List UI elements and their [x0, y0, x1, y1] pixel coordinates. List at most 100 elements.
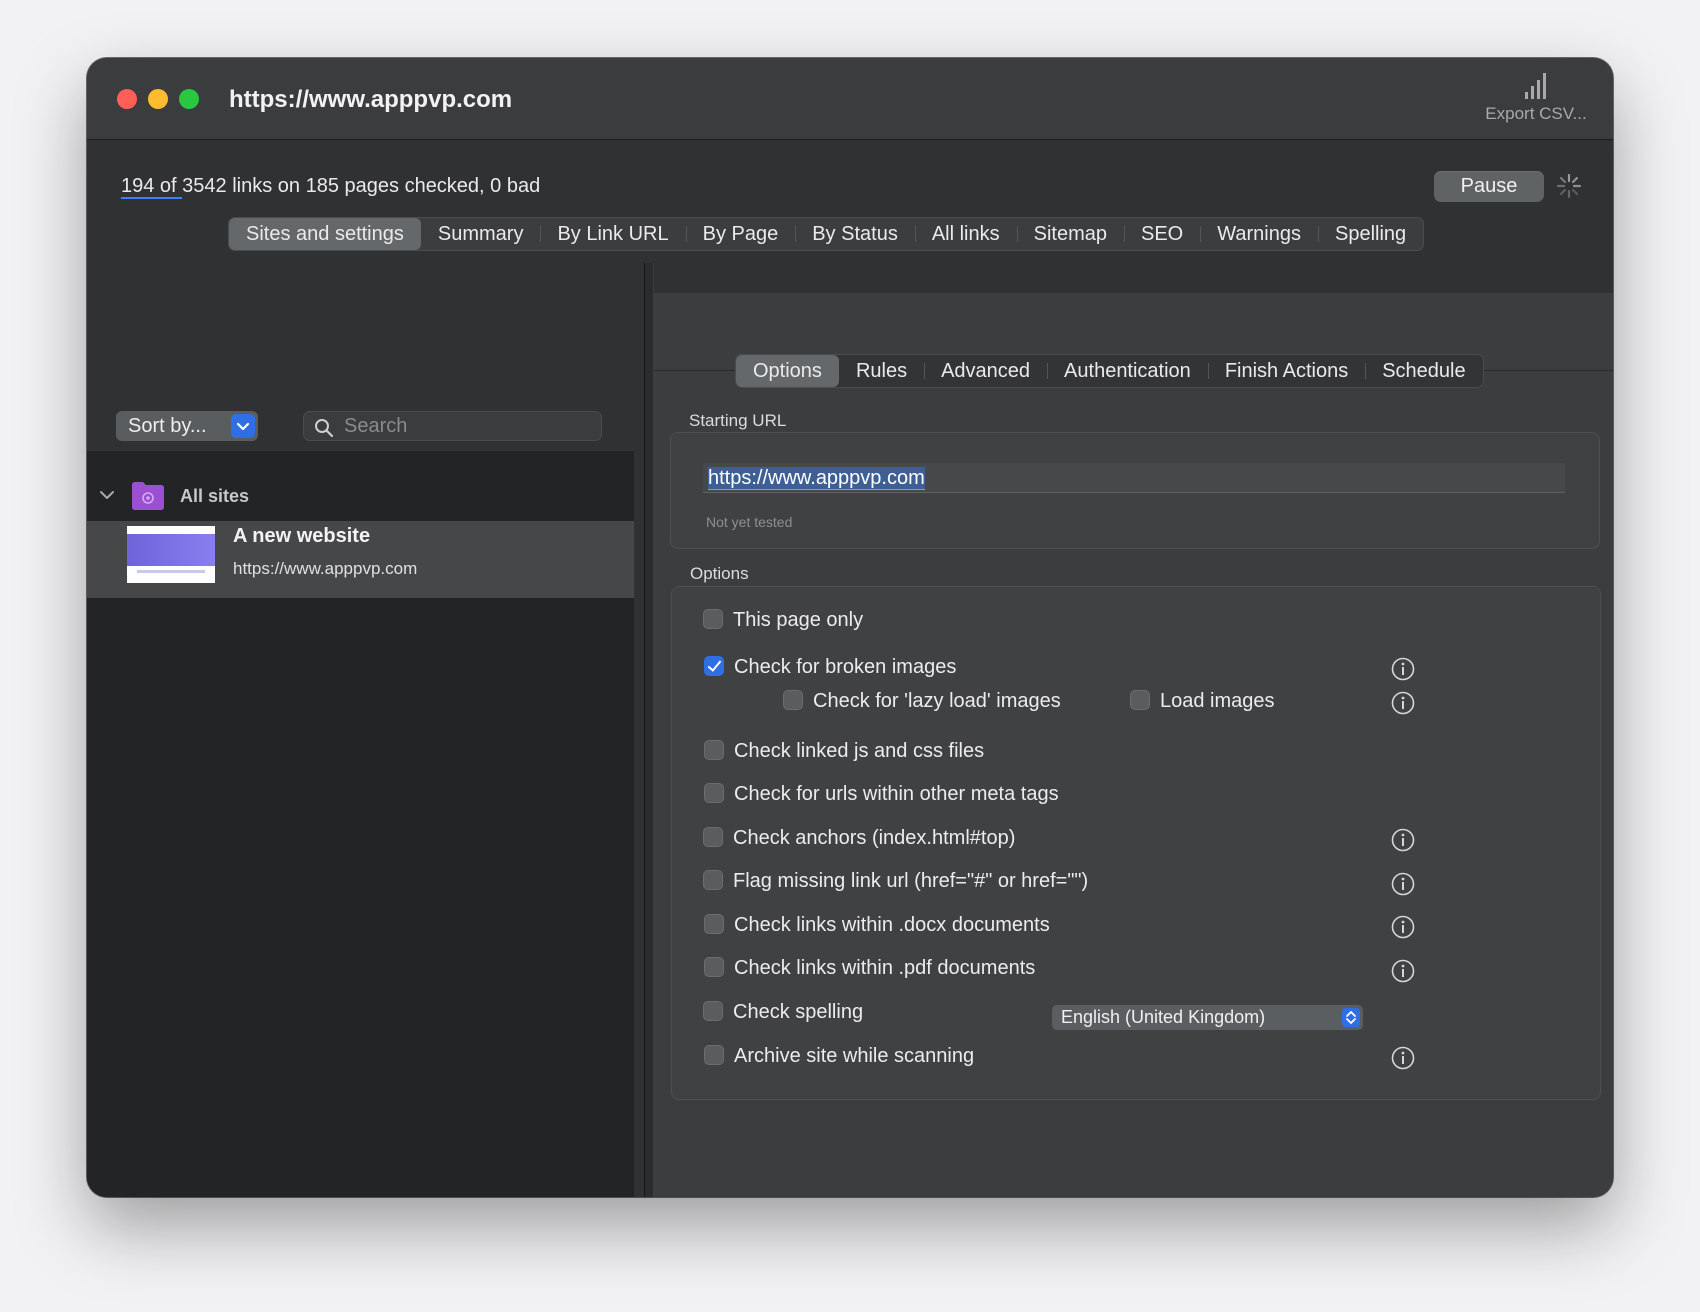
tab-spelling[interactable]: Spelling: [1317, 218, 1423, 250]
starting-url-label: Starting URL: [689, 411, 787, 430]
info-icon[interactable]: [1391, 691, 1415, 715]
options-box: This page only Check for broken images C…: [671, 586, 1601, 1100]
checkbox[interactable]: [704, 782, 724, 803]
progress-status: 194 of 3542 links on 185 pages checked, …: [121, 175, 541, 199]
option-load-images[interactable]: Load images: [1130, 689, 1275, 713]
checkbox[interactable]: [703, 826, 723, 847]
tab-all-links[interactable]: All links: [914, 218, 1017, 250]
option-check-spelling[interactable]: Check spelling: [703, 1000, 864, 1024]
minimize-window-button[interactable]: [148, 89, 168, 109]
option-label: Flag missing link url (href="#" or href=…: [733, 870, 1089, 892]
option-label: Check anchors (index.html#top): [733, 827, 1016, 849]
title-bar: https://www.apppvp.com Export CSV...: [87, 58, 1613, 140]
info-icon[interactable]: [1391, 959, 1415, 983]
tab-by-link-url[interactable]: By Link URL: [540, 218, 685, 250]
tab-summary[interactable]: Summary: [421, 218, 541, 250]
folder-icon: [132, 482, 164, 510]
info-icon[interactable]: [1391, 872, 1415, 896]
search-field[interactable]: [303, 411, 602, 441]
option-flag-missing-href[interactable]: Flag missing link url (href="#" or href=…: [703, 869, 1089, 893]
sort-by-label: Sort by...: [128, 415, 207, 437]
checkbox-checked[interactable]: [704, 655, 724, 676]
option-label: Check for 'lazy load' images: [813, 690, 1061, 712]
search-input[interactable]: [344, 414, 594, 438]
checkbox[interactable]: [783, 689, 803, 710]
option-broken-images[interactable]: Check for broken images: [704, 655, 957, 679]
site-name: A new website: [233, 525, 371, 547]
option-label: Check links within .pdf documents: [734, 957, 1036, 979]
option-js-css-files[interactable]: Check linked js and css files: [704, 739, 985, 763]
tab-seo[interactable]: SEO: [1124, 218, 1200, 250]
tab-advanced[interactable]: Advanced: [924, 355, 1047, 387]
option-label: Check for broken images: [734, 656, 957, 678]
site-group-row[interactable]: All sites: [87, 477, 634, 515]
option-meta-tags[interactable]: Check for urls within other meta tags: [704, 782, 1059, 806]
export-csv-button[interactable]: Export CSV...: [1481, 72, 1591, 124]
tab-by-page[interactable]: By Page: [685, 218, 796, 250]
up-down-chevron-icon: [1342, 1008, 1360, 1027]
option-lazy-load-images[interactable]: Check for 'lazy load' images: [783, 689, 1061, 713]
site-list-item[interactable]: A new website https://www.apppvp.com: [87, 521, 634, 598]
site-url: https://www.apppvp.com: [233, 559, 418, 578]
tab-finish-actions[interactable]: Finish Actions: [1207, 355, 1365, 387]
app-window: https://www.apppvp.com Export CSV... 194…: [87, 58, 1613, 1197]
split-view-divider[interactable]: [644, 263, 654, 1197]
option-label: Check linked js and css files: [734, 740, 985, 762]
option-archive-site[interactable]: Archive site while scanning: [704, 1044, 975, 1068]
option-label: Check spelling: [733, 1001, 864, 1023]
option-label: Archive site while scanning: [734, 1045, 975, 1067]
group-name: All sites: [180, 486, 250, 506]
option-label: Load images: [1160, 690, 1275, 712]
checkbox[interactable]: [704, 739, 724, 760]
tab-by-status[interactable]: By Status: [795, 218, 915, 250]
close-window-button[interactable]: [117, 89, 137, 109]
chevron-down-icon: [231, 414, 255, 438]
status-area: 194 of 3542 links on 185 pages checked, …: [87, 141, 1613, 293]
checkbox[interactable]: [704, 1044, 724, 1065]
info-icon[interactable]: [1391, 915, 1415, 939]
tab-authentication[interactable]: Authentication: [1047, 355, 1208, 387]
site-list: All sites A new website https://www.appp…: [87, 451, 634, 1197]
info-icon[interactable]: [1391, 657, 1415, 681]
checkbox[interactable]: [703, 869, 723, 890]
starting-url-box: https://www.apppvp.com Not yet tested: [670, 432, 1600, 549]
spinner-icon: [1556, 173, 1582, 199]
tab-options[interactable]: Options: [736, 355, 839, 387]
main-tab-bar: Sites and settings Summary By Link URL B…: [228, 217, 1425, 251]
checkbox[interactable]: [704, 913, 724, 934]
options-label: Options: [690, 564, 749, 583]
checkbox[interactable]: [704, 956, 724, 977]
option-this-page-only[interactable]: This page only: [703, 608, 863, 632]
tab-schedule[interactable]: Schedule: [1365, 355, 1482, 387]
zoom-window-button[interactable]: [179, 89, 199, 109]
checkbox[interactable]: [703, 1000, 723, 1021]
info-icon[interactable]: [1391, 828, 1415, 852]
option-docx-links[interactable]: Check links within .docx documents: [704, 913, 1050, 937]
settings-tab-bar: Options Rules Advanced Authentication Fi…: [735, 354, 1484, 388]
spelling-language-select[interactable]: English (United Kingdom): [1052, 1005, 1363, 1030]
tab-sites-and-settings[interactable]: Sites and settings: [229, 218, 421, 250]
site-thumbnail: [127, 526, 215, 583]
option-label: Check for urls within other meta tags: [734, 783, 1059, 805]
spelling-language-value: English (United Kingdom): [1061, 1007, 1266, 1027]
option-label: Check links within .docx documents: [734, 914, 1050, 936]
progress-count-link[interactable]: 194 of: [121, 175, 183, 199]
tab-sitemap[interactable]: Sitemap: [1016, 218, 1124, 250]
window-title: https://www.apppvp.com: [229, 86, 513, 113]
option-check-anchors[interactable]: Check anchors (index.html#top): [703, 826, 1016, 850]
pause-button[interactable]: Pause: [1434, 171, 1544, 202]
search-icon: [315, 419, 334, 438]
disclosure-chevron-icon[interactable]: [97, 485, 117, 505]
tab-warnings[interactable]: Warnings: [1200, 218, 1318, 250]
sites-sidebar: Sort by... All sites: [87, 293, 644, 1197]
tab-rules[interactable]: Rules: [839, 355, 924, 387]
url-test-status: Not yet tested: [706, 514, 793, 530]
checkbox[interactable]: [703, 608, 723, 629]
sort-by-popup[interactable]: Sort by...: [116, 411, 258, 441]
starting-url-field[interactable]: https://www.apppvp.com: [703, 463, 1565, 493]
checkbox[interactable]: [1130, 689, 1150, 710]
progress-summary: 3542 links on 185 pages checked, 0 bad: [182, 175, 541, 197]
signal-bars-icon: [1525, 73, 1546, 99]
option-pdf-links[interactable]: Check links within .pdf documents: [704, 956, 1036, 980]
info-icon[interactable]: [1391, 1046, 1415, 1070]
